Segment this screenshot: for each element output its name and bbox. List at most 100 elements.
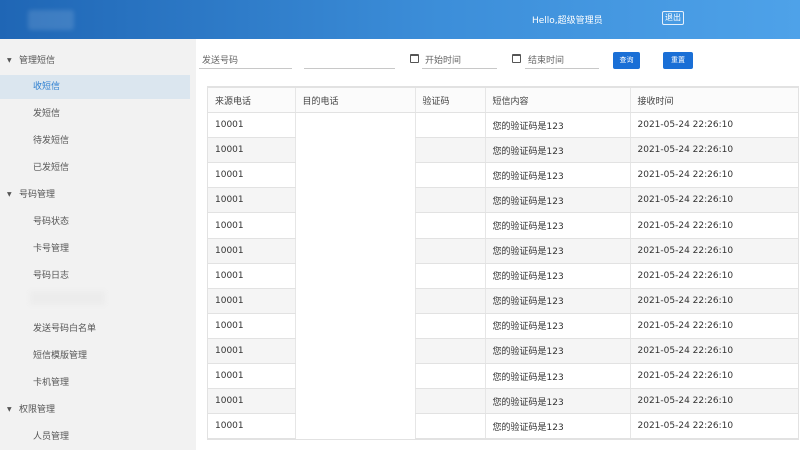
content-cell: 您的验证码是123 [484, 363, 630, 390]
sidebar-item-sms-templates[interactable]: 短信模版管理 [0, 344, 190, 368]
caret-down-icon: ▼ [7, 57, 12, 64]
destination-cell [294, 137, 415, 163]
content-cell: 您的验证码是123 [484, 413, 630, 440]
destination-cell [294, 212, 415, 239]
column-header-source[interactable]: 来源电话 [208, 86, 295, 114]
code-cell [414, 313, 485, 339]
source-cell: 10001 [208, 212, 295, 239]
content-cell: 您的验证码是123 [484, 187, 630, 214]
destination-cell [294, 388, 415, 414]
content-cell: 您的验证码是123 [484, 313, 630, 339]
sidebar: ▼ 管理短信 收短信 发短信 待发短信 已发短信 ▼ 号码管理 号码状态 卡号管… [0, 39, 196, 450]
source-cell: 10001 [208, 338, 295, 365]
sidebar-item-label: 待发短信 [33, 136, 70, 146]
start-time-placeholder: 开始时间 [425, 56, 462, 66]
received-time-cell: 2021-05-24 22:26:10 [629, 137, 798, 164]
sidebar-item-receive-sms[interactable]: 收短信 [0, 75, 190, 99]
table-row[interactable]: 10001 您的验证码是123 2021-05-24 22:26:10 [208, 263, 798, 289]
received-time-cell: 2021-05-24 22:26:10 [629, 263, 798, 289]
destination-cell [294, 338, 415, 364]
logout-button[interactable]: 退出 [662, 11, 684, 25]
source-cell: 10001 [208, 263, 295, 289]
calendar-icon [410, 54, 419, 63]
sidebar-group-numbers[interactable]: ▼ 号码管理 [0, 183, 196, 207]
table-body: 10001 您的验证码是123 2021-05-24 22:26:10 10001 您的… [208, 112, 798, 440]
user-greeting: Hello,超级管理员 [532, 16, 603, 26]
destination-cell [294, 413, 415, 439]
table-row[interactable]: 10001 您的验证码是123 2021-05-24 22:26:10 [208, 238, 798, 264]
destination-cell [294, 112, 415, 138]
column-header-destination[interactable]: 目的电话 [294, 86, 415, 114]
content-cell: 您的验证码是123 [484, 238, 630, 264]
source-cell: 10001 [208, 313, 295, 339]
sidebar-group-permissions[interactable]: ▼ 权限管理 [0, 398, 196, 422]
content-cell: 您的验证码是123 [484, 288, 630, 314]
sidebar-group-sms[interactable]: ▼ 管理短信 [0, 49, 196, 73]
code-cell [414, 162, 485, 189]
table-row[interactable]: 10001 您的验证码是123 2021-05-24 22:26:10 [208, 212, 798, 239]
reset-button[interactable]: 重置 [663, 52, 693, 69]
sidebar-item-label: 号码状态 [33, 217, 70, 227]
sender-number-placeholder: 发送号码 [202, 56, 239, 66]
table-row[interactable]: 10001 您的验证码是123 2021-05-24 22:26:10 [208, 338, 798, 365]
table-row[interactable]: 10001 您的验证码是123 2021-05-24 22:26:10 [208, 413, 798, 440]
sidebar-item-sent-sms[interactable]: 已发短信 [0, 156, 190, 180]
sidebar-group-label: 管理短信 [19, 56, 56, 66]
sidebar-item-send-sms[interactable]: 发短信 [0, 102, 190, 126]
code-cell [414, 137, 485, 164]
destination-cell [294, 363, 415, 389]
sidebar-group-label: 号码管理 [19, 190, 56, 200]
column-header-received-time[interactable]: 接收时间 [629, 86, 798, 114]
source-cell: 10001 [208, 238, 295, 264]
sidebar-item-sender-whitelist[interactable]: 发送号码白名单 [0, 317, 190, 341]
column-header-code[interactable]: 验证码 [414, 86, 485, 114]
sidebar-item-redacted [30, 291, 105, 305]
sender-number-input[interactable]: 发送号码 [199, 45, 292, 69]
column-header-content[interactable]: 短信内容 [484, 86, 630, 114]
content-cell: 您的验证码是123 [484, 112, 630, 139]
received-time-cell: 2021-05-24 22:26:10 [629, 212, 798, 239]
table-row[interactable]: 10001 您的验证码是123 2021-05-24 22:26:10 [208, 363, 798, 390]
destination-cell [294, 187, 415, 213]
start-time-input[interactable]: 开始时间 [422, 45, 497, 69]
source-cell: 10001 [208, 162, 295, 189]
end-time-placeholder: 结束时间 [528, 56, 565, 66]
code-cell [414, 338, 485, 365]
content-cell: 您的验证码是123 [484, 162, 630, 189]
end-time-input[interactable]: 结束时间 [525, 45, 599, 69]
destination-cell [294, 313, 415, 339]
destination-number-input[interactable] [304, 45, 395, 69]
sidebar-item-number-log[interactable]: 号码日志 [0, 264, 190, 288]
caret-down-icon: ▼ [7, 191, 12, 198]
sidebar-item-label: 卡机管理 [33, 378, 70, 388]
table-row[interactable]: 10001 您的验证码是123 2021-05-24 22:26:10 [208, 288, 798, 314]
table-row[interactable]: 10001 您的验证码是123 2021-05-24 22:26:10 [208, 313, 798, 339]
table-header-row: 来源电话 目的电话 验证码 短信内容 接收时间 [208, 86, 798, 114]
content-cell: 您的验证码是123 [484, 212, 630, 239]
received-time-cell: 2021-05-24 22:26:10 [629, 313, 798, 339]
sidebar-item-label: 发短信 [33, 109, 61, 119]
source-cell: 10001 [208, 413, 295, 440]
sidebar-item-label: 人员管理 [33, 432, 70, 442]
code-cell [414, 112, 485, 139]
destination-cell [294, 288, 415, 314]
table-row[interactable]: 10001 您的验证码是123 2021-05-24 22:26:10 [208, 112, 798, 139]
source-cell: 10001 [208, 137, 295, 164]
sidebar-item-number-status[interactable]: 号码状态 [0, 210, 190, 234]
destination-cell [294, 238, 415, 264]
table-row[interactable]: 10001 您的验证码是123 2021-05-24 22:26:10 [208, 388, 798, 415]
caret-down-icon: ▼ [7, 406, 12, 413]
query-button[interactable]: 查询 [613, 52, 640, 69]
source-cell: 10001 [208, 112, 295, 139]
sidebar-item-staff[interactable]: 人员管理 [0, 425, 190, 449]
sidebar-item-card-management[interactable]: 卡号管理 [0, 237, 190, 261]
sidebar-item-pending-sms[interactable]: 待发短信 [0, 129, 190, 153]
table-row[interactable]: 10001 您的验证码是123 2021-05-24 22:26:10 [208, 137, 798, 164]
code-cell [414, 363, 485, 390]
table-row[interactable]: 10001 您的验证码是123 2021-05-24 22:26:10 [208, 162, 798, 189]
source-cell: 10001 [208, 288, 295, 314]
sidebar-item-label: 已发短信 [33, 163, 70, 173]
table-row[interactable]: 10001 您的验证码是123 2021-05-24 22:26:10 [208, 187, 798, 214]
sidebar-item-card-machine[interactable]: 卡机管理 [0, 371, 190, 395]
destination-cell [294, 263, 415, 289]
